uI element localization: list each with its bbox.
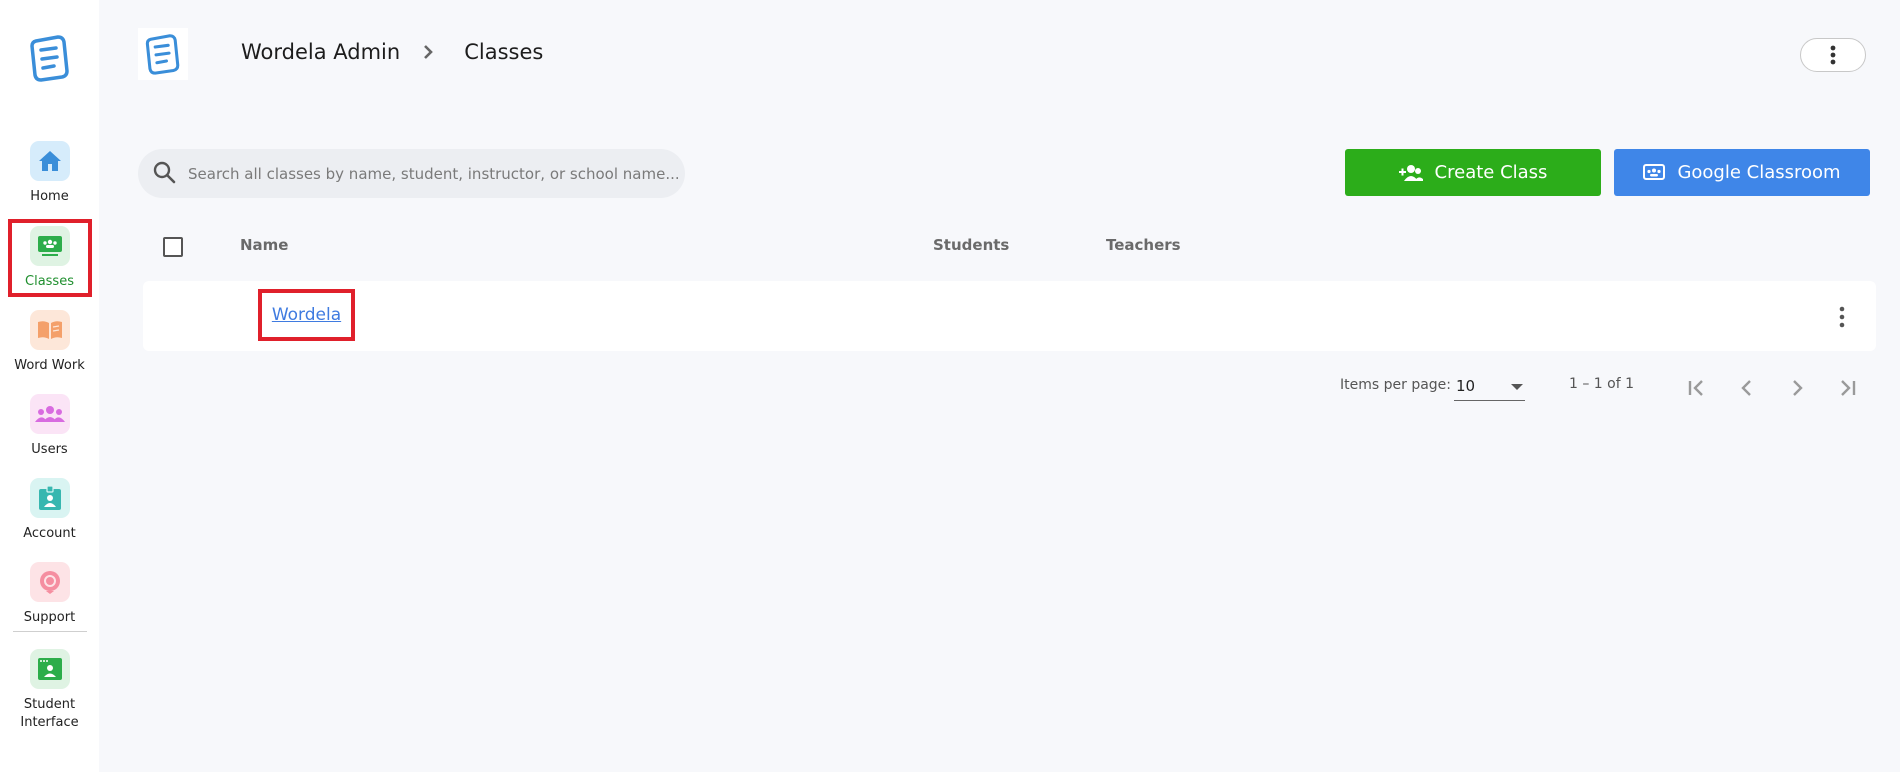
add-group-icon: [1398, 164, 1423, 182]
breadcrumb-current: Classes: [464, 40, 544, 64]
users-icon: [29, 394, 70, 434]
column-header-students[interactable]: Students: [933, 236, 1009, 254]
wordela-logo-icon[interactable]: [27, 33, 73, 83]
chevron-right-icon: [422, 44, 434, 60]
sidebar-item-label: Home: [30, 189, 69, 204]
create-class-label: Create Class: [1434, 162, 1548, 183]
sidebar-item-home[interactable]: Home: [0, 134, 99, 214]
search-bar[interactable]: [138, 149, 685, 198]
selection-highlight: [8, 219, 92, 297]
search-input[interactable]: [188, 164, 678, 183]
sidebar-item-label: Word Work: [14, 358, 85, 373]
column-header-name[interactable]: Name: [240, 236, 288, 254]
google-classroom-label: Google Classroom: [1677, 162, 1841, 183]
last-page-button[interactable]: [1823, 364, 1871, 412]
more-vert-icon: [1830, 45, 1836, 65]
first-page-button[interactable]: [1673, 364, 1721, 412]
items-per-page-value: 10: [1456, 376, 1476, 395]
select-all-checkbox[interactable]: [163, 237, 183, 257]
breadcrumb-root[interactable]: Wordela Admin: [241, 40, 400, 64]
column-header-teachers[interactable]: Teachers: [1106, 236, 1181, 254]
breadcrumb: Wordela Admin Classes: [241, 40, 543, 64]
page-range-label: 1 – 1 of 1: [1569, 376, 1635, 392]
sidebar-item-label: Student Interface: [20, 697, 79, 730]
first-page-icon: [1688, 380, 1703, 396]
student-interface-icon: [29, 649, 70, 689]
sidebar-item-word-work[interactable]: Word Work: [0, 303, 99, 383]
table-row: [143, 281, 1876, 351]
items-per-page-select[interactable]: 10: [1454, 371, 1525, 401]
sidebar-divider: [13, 631, 87, 632]
google-classroom-icon: [1643, 163, 1666, 182]
support-icon: [29, 562, 70, 602]
search-icon: [152, 160, 176, 188]
chevron-left-icon: [1741, 380, 1751, 396]
sidebar-item-label: Account: [23, 526, 76, 541]
more-vert-icon: [1839, 306, 1845, 328]
more-options-button[interactable]: [1800, 38, 1866, 72]
chevron-right-icon: [1793, 380, 1803, 396]
sidebar-item-support[interactable]: Support: [0, 555, 99, 635]
app-logo-icon[interactable]: [138, 28, 188, 80]
sidebar-item-label: Support: [23, 610, 76, 625]
previous-page-button[interactable]: [1723, 364, 1771, 412]
sidebar-item-student-interface[interactable]: Student Interface: [0, 642, 99, 736]
create-class-button[interactable]: Create Class: [1345, 149, 1601, 196]
last-page-icon: [1841, 380, 1856, 396]
sidebar: Home Classes Word Work Users Account Sup…: [0, 0, 99, 772]
account-badge-icon: [29, 478, 70, 518]
items-per-page-label: Items per page:: [1340, 377, 1452, 393]
next-page-button[interactable]: [1773, 364, 1821, 412]
class-name-link[interactable]: Wordela: [272, 305, 341, 325]
sidebar-item-classes[interactable]: Classes: [0, 219, 99, 299]
home-icon: [29, 141, 70, 181]
class-name-highlight: Wordela: [258, 289, 355, 341]
dropdown-arrow-icon: [1511, 377, 1523, 395]
book-icon: [29, 310, 70, 350]
sidebar-item-users[interactable]: Users: [0, 387, 99, 467]
google-classroom-button[interactable]: Google Classroom: [1614, 149, 1870, 196]
sidebar-item-label: Users: [31, 442, 68, 457]
sidebar-item-account[interactable]: Account: [0, 471, 99, 551]
row-more-button[interactable]: [1832, 302, 1852, 332]
